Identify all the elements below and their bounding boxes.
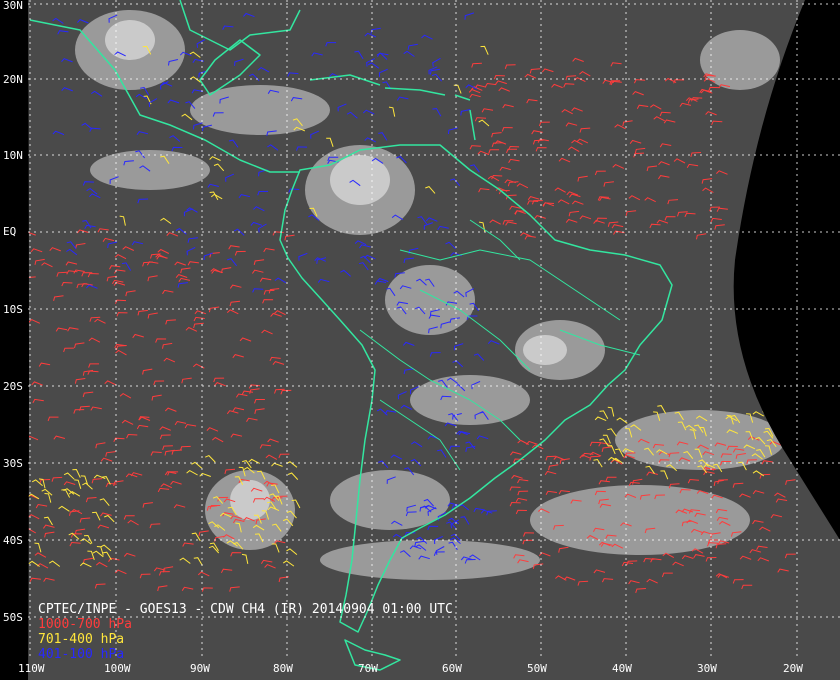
lat-label: 50S <box>3 611 23 624</box>
lat-label: 30S <box>3 457 23 470</box>
lat-label: 20S <box>3 380 23 393</box>
lon-label: 50W <box>527 662 547 675</box>
lat-label: 10N <box>3 149 23 162</box>
lon-label: 80W <box>273 662 293 675</box>
map-title: CPTEC/INPE - GOES13 - CDW CH4 (IR) 20140… <box>38 602 453 617</box>
lon-label: 40W <box>612 662 632 675</box>
legend-low-level: 1000-700 hPa <box>38 617 132 632</box>
lon-label: 60W <box>442 662 462 675</box>
lon-label: 100W <box>104 662 131 675</box>
satellite-map <box>28 0 840 680</box>
lat-label: 30N <box>3 0 23 12</box>
lon-label: 90W <box>190 662 210 675</box>
lat-label: 20N <box>3 73 23 86</box>
legend-mid-level: 701-400 hPa <box>38 632 125 647</box>
lat-label: 10S <box>3 303 23 316</box>
lat-label: 40S <box>3 534 23 547</box>
lat-label: EQ <box>3 225 17 238</box>
lon-label: 70W <box>358 662 378 675</box>
legend-high-level: 401-100 hPa <box>38 647 125 662</box>
lon-label: 110W <box>18 662 45 675</box>
lon-label: 30W <box>697 662 717 675</box>
lon-label: 20W <box>783 662 803 675</box>
